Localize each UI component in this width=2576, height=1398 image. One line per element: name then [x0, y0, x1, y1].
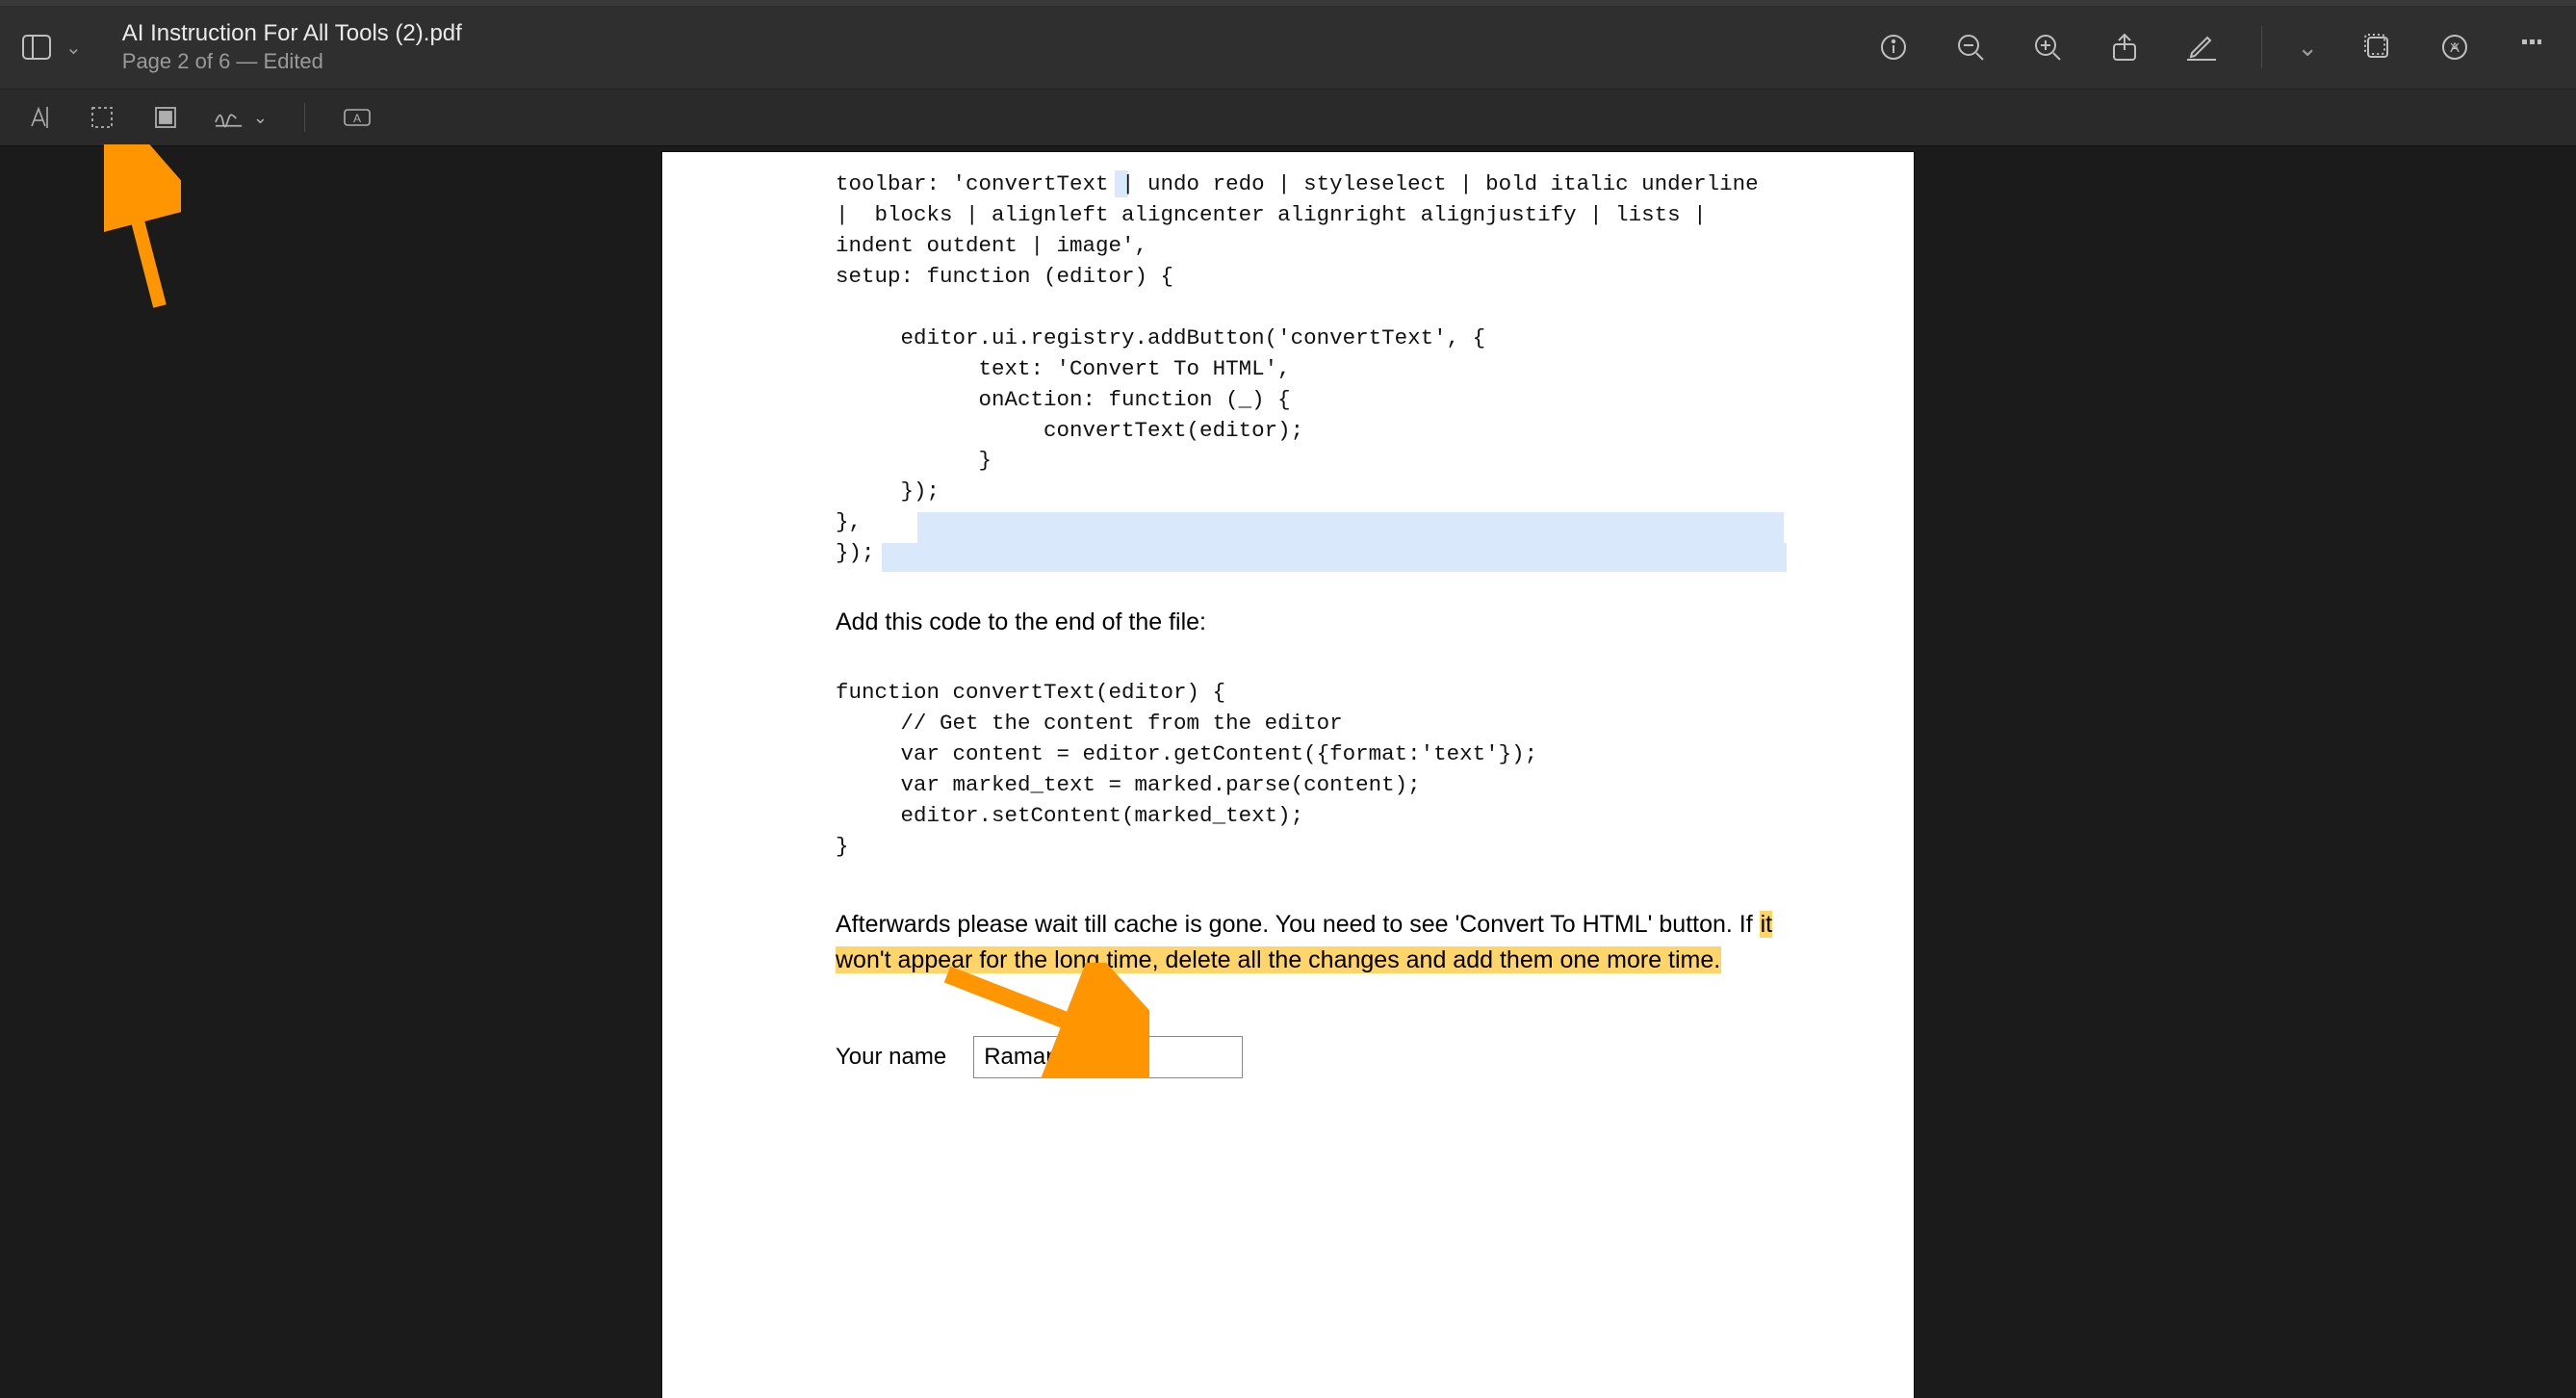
sidebar-toggle-button[interactable]	[17, 28, 56, 66]
search-button[interactable]: A	[2437, 30, 2472, 65]
toolbar-divider	[2261, 26, 2262, 68]
your-name-label: Your name	[836, 1044, 946, 1071]
content-area[interactable]: toolbar: 'convertText | undo redo | styl…	[0, 152, 2576, 1398]
svg-text:A: A	[2450, 39, 2460, 55]
form-row: Your name	[836, 1036, 1837, 1078]
pdf-page: toolbar: 'convertText | undo redo | styl…	[662, 152, 1914, 1398]
form-field-tool[interactable]: A	[342, 102, 373, 133]
signature-tool[interactable]: ⌄	[214, 102, 268, 133]
para2-prefix: Afterwards please wait till cache is gon…	[836, 911, 1760, 938]
code-block-1[interactable]: toolbar: 'convertText | undo redo | styl…	[836, 169, 1837, 569]
sidebar-icon	[22, 35, 51, 60]
zoom-in-button[interactable]	[2030, 30, 2065, 65]
app-window: ⌄ AI Instruction For All Tools (2).pdf P…	[0, 0, 2576, 1398]
title-block: AI Instruction For All Tools (2).pdf Pag…	[122, 18, 462, 76]
svg-text:A: A	[353, 112, 361, 125]
chevron-down-icon[interactable]: ⌄	[65, 36, 82, 60]
titlebar-left: ⌄ AI Instruction For All Tools (2).pdf P…	[17, 18, 462, 76]
text-cursor-tool[interactable]	[23, 102, 54, 133]
code-block-2[interactable]: function convertText(editor) { // Get th…	[836, 678, 1837, 863]
markup-divider	[304, 103, 305, 132]
titlebar: ⌄ AI Instruction For All Tools (2).pdf P…	[0, 0, 2576, 89]
zoom-out-button[interactable]	[1953, 30, 1988, 65]
titlebar-right: ⌄ A	[1876, 26, 2559, 68]
rotate-button[interactable]	[2360, 30, 2395, 65]
info-button[interactable]	[1876, 30, 1911, 65]
instruction-text-1: Add this code to the end of the file:	[836, 606, 1837, 639]
chevron-down-icon: ⌄	[253, 108, 268, 128]
redact-tool[interactable]	[150, 102, 181, 133]
instruction-text-2: Afterwards please wait till cache is gon…	[836, 907, 1798, 978]
chevron-down-icon[interactable]: ⌄	[2297, 33, 2318, 63]
selection-tool[interactable]	[87, 102, 117, 133]
document-subtitle: Page 2 of 6 — Edited	[122, 48, 462, 76]
markup-toolbar: ⌄ A	[0, 89, 2576, 146]
markup-button[interactable]	[2184, 30, 2219, 65]
code-block-1-wrap: toolbar: 'convertText | undo redo | styl…	[836, 169, 1837, 569]
more-button[interactable]	[2514, 30, 2549, 65]
share-button[interactable]	[2107, 30, 2142, 65]
document-title: AI Instruction For All Tools (2).pdf	[122, 18, 462, 48]
your-name-input[interactable]	[973, 1036, 1243, 1078]
